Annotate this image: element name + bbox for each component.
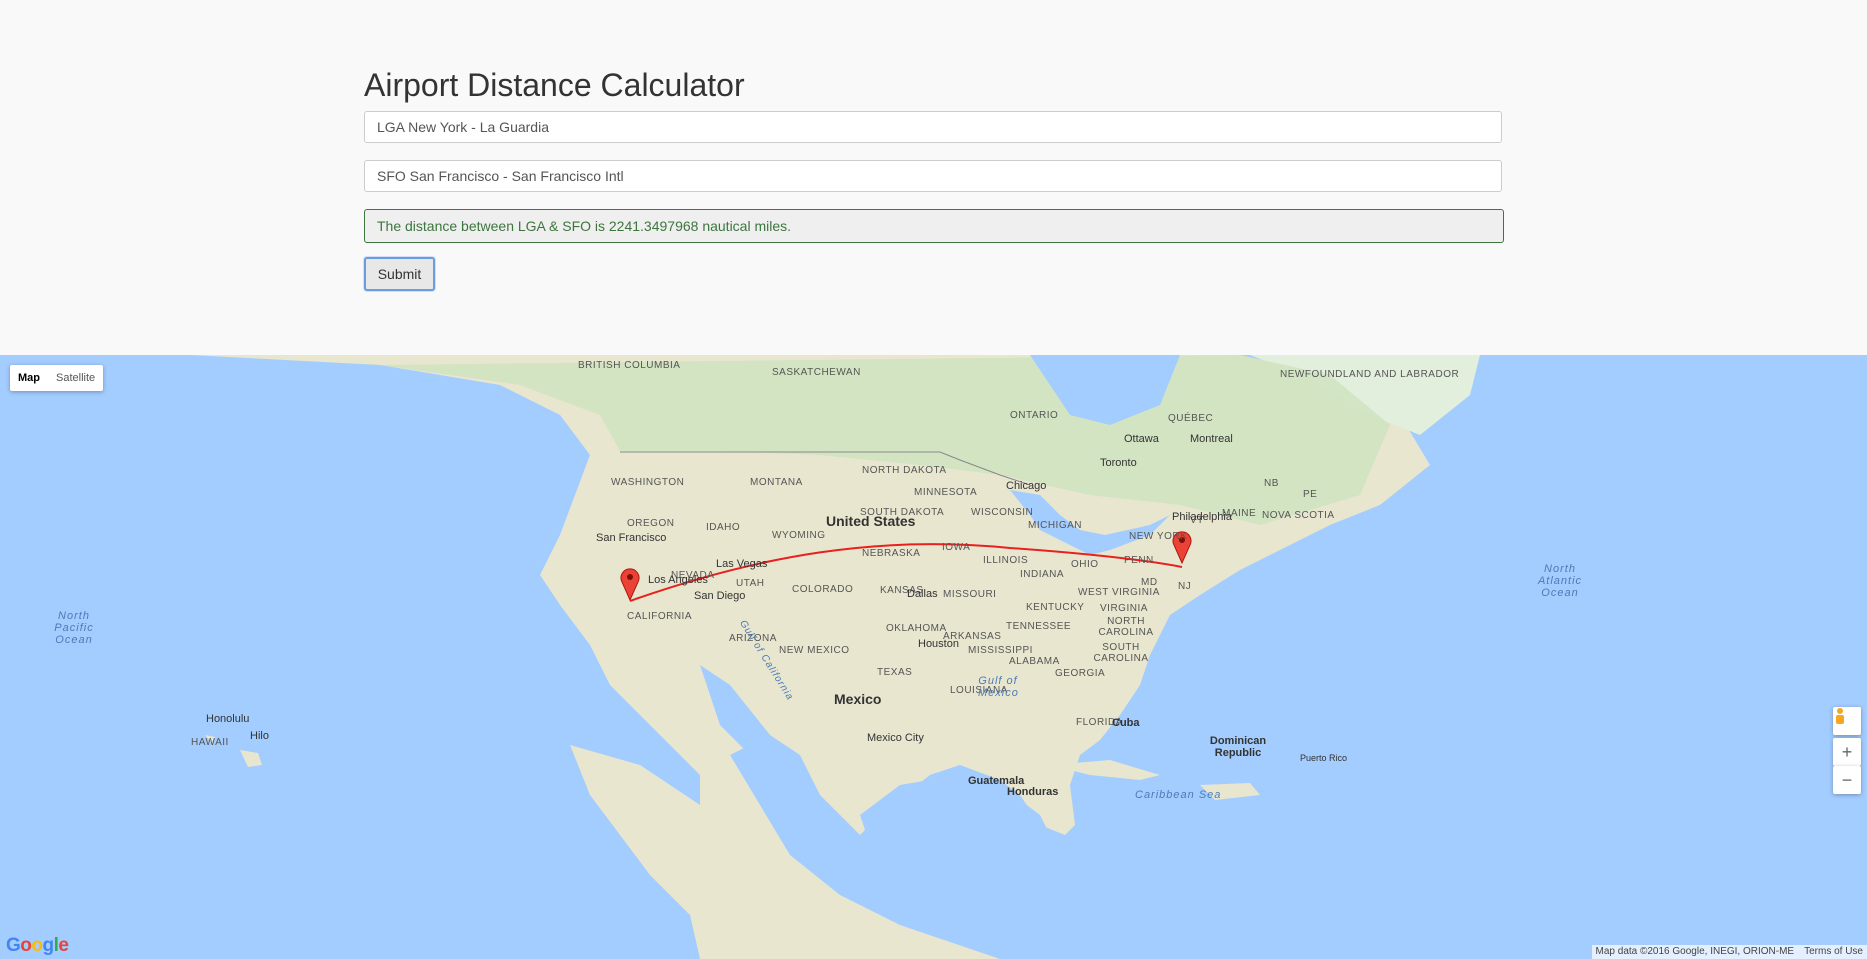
city-label: Ottawa: [1124, 433, 1159, 445]
city-label: Montreal: [1190, 433, 1233, 445]
region-label: WEST VIRGINIA: [1078, 587, 1160, 598]
map-type-control: Map Satellite: [10, 365, 104, 391]
region-label: TEXAS: [877, 667, 913, 678]
result-alert: The distance between LGA & SFO is 2241.3…: [364, 209, 1504, 243]
region-label: KENTUCKY: [1026, 602, 1085, 613]
city-label: Honolulu: [206, 713, 250, 725]
sfo-marker-icon[interactable]: [619, 566, 641, 602]
city-label: Chicago: [1006, 480, 1047, 492]
city-label: Las Vegas: [716, 558, 768, 570]
region-label: WASHINGTON: [611, 477, 685, 488]
region-label: NB: [1264, 478, 1279, 489]
region-label: MICHIGAN: [1028, 520, 1082, 531]
region-label: NEW YORK: [1129, 531, 1188, 542]
region-label: QUÉBEC: [1168, 413, 1214, 424]
ocean-label: North Atlantic Ocean: [1537, 563, 1583, 599]
country-label: Mexico: [834, 691, 882, 707]
city-label: San Francisco: [596, 532, 667, 544]
ocean-label: Gulf of Mexico: [978, 675, 1019, 699]
region-label: OREGON: [627, 518, 675, 529]
region-label: NEW MEXICO: [779, 645, 850, 656]
google-logo: Google: [6, 935, 69, 956]
region-label: WISCONSIN: [971, 507, 1034, 518]
ocean-label: Caribbean Sea: [1135, 789, 1222, 801]
region-label: CALIFORNIA: [627, 611, 693, 622]
region-label: GEORGIA: [1055, 668, 1106, 679]
submit-button[interactable]: Submit: [364, 257, 435, 291]
region-label: INDIANA: [1020, 569, 1065, 580]
destination-airport-input[interactable]: [364, 160, 1502, 192]
page-title: Airport Distance Calculator: [364, 67, 745, 103]
region-label: NOVA SCOTIA: [1262, 510, 1335, 521]
region-label: NEWFOUNDLAND AND LABRADOR: [1280, 369, 1460, 380]
origin-airport-input[interactable]: [364, 111, 1502, 143]
zoom-in-button[interactable]: +: [1833, 738, 1861, 766]
city-label: Mexico City: [867, 732, 924, 744]
region-label: PENN: [1124, 555, 1154, 566]
city-label: San Diego: [694, 590, 746, 602]
region-label: NJ: [1178, 581, 1192, 592]
country-label: Cuba: [1112, 717, 1140, 729]
region-label: MINNESOTA: [914, 487, 978, 498]
city-label: Houston: [918, 638, 959, 650]
region-label: IOWA: [942, 542, 971, 553]
region-label: SASKATCHEWAN: [772, 367, 861, 378]
ocean-label: North Pacific Ocean: [54, 610, 94, 646]
map-canvas[interactable]: BRITISH COLUMBIA SASKATCHEWAN ONTARIO QU…: [0, 355, 1867, 959]
region-label: UTAH: [736, 578, 765, 589]
city-label: Los Angeles: [648, 574, 708, 586]
region-label: PE: [1303, 489, 1318, 500]
region-label: MISSISSIPPI: [968, 645, 1033, 656]
region-label: MD: [1141, 577, 1158, 588]
region-label: SOUTH CAROLINA: [1093, 642, 1149, 664]
region-label: TENNESSEE: [1006, 621, 1072, 632]
region-label: NEBRASKA: [862, 548, 921, 559]
pegman-icon[interactable]: [1833, 707, 1861, 735]
region-label: WYOMING: [772, 530, 826, 541]
zoom-out-button[interactable]: −: [1833, 766, 1861, 794]
region-label: NORTH CAROLINA: [1098, 616, 1154, 638]
city-label: Philadelphia: [1172, 511, 1232, 523]
city-label: Hilo: [250, 730, 269, 742]
country-label: Puerto Rico: [1300, 753, 1348, 763]
map-geography: [190, 355, 1480, 959]
region-label: BRITISH COLUMBIA: [578, 360, 681, 371]
region-label: ONTARIO: [1010, 410, 1059, 421]
region-label: HAWAII: [191, 737, 229, 748]
region-label: IDAHO: [706, 522, 741, 533]
region-label: OHIO: [1071, 559, 1099, 570]
city-label: Toronto: [1100, 457, 1137, 469]
region-label: ILLINOIS: [983, 555, 1029, 566]
region-label: VIRGINIA: [1100, 603, 1148, 614]
region-label: COLORADO: [792, 584, 854, 595]
city-label: Dallas: [907, 588, 938, 600]
map-footer: Map data ©2016 Google, INEGI, ORION-ME T…: [1591, 945, 1867, 959]
region-label: ALABAMA: [1009, 656, 1060, 667]
country-label: United States: [826, 513, 916, 529]
map-attribution: Map data ©2016 Google, INEGI, ORION-ME: [1595, 946, 1795, 957]
map-type-map-button[interactable]: Map: [10, 365, 48, 391]
region-label: NORTH DAKOTA: [862, 465, 947, 476]
terms-link[interactable]: Terms of Use: [1804, 945, 1863, 959]
country-label: Honduras: [1007, 786, 1059, 798]
region-label: MONTANA: [750, 477, 803, 488]
region-label: OKLAHOMA: [886, 623, 947, 634]
map-type-satellite-button[interactable]: Satellite: [48, 365, 103, 391]
region-label: MISSOURI: [943, 589, 997, 600]
country-label: Dominican Republic: [1209, 735, 1267, 759]
